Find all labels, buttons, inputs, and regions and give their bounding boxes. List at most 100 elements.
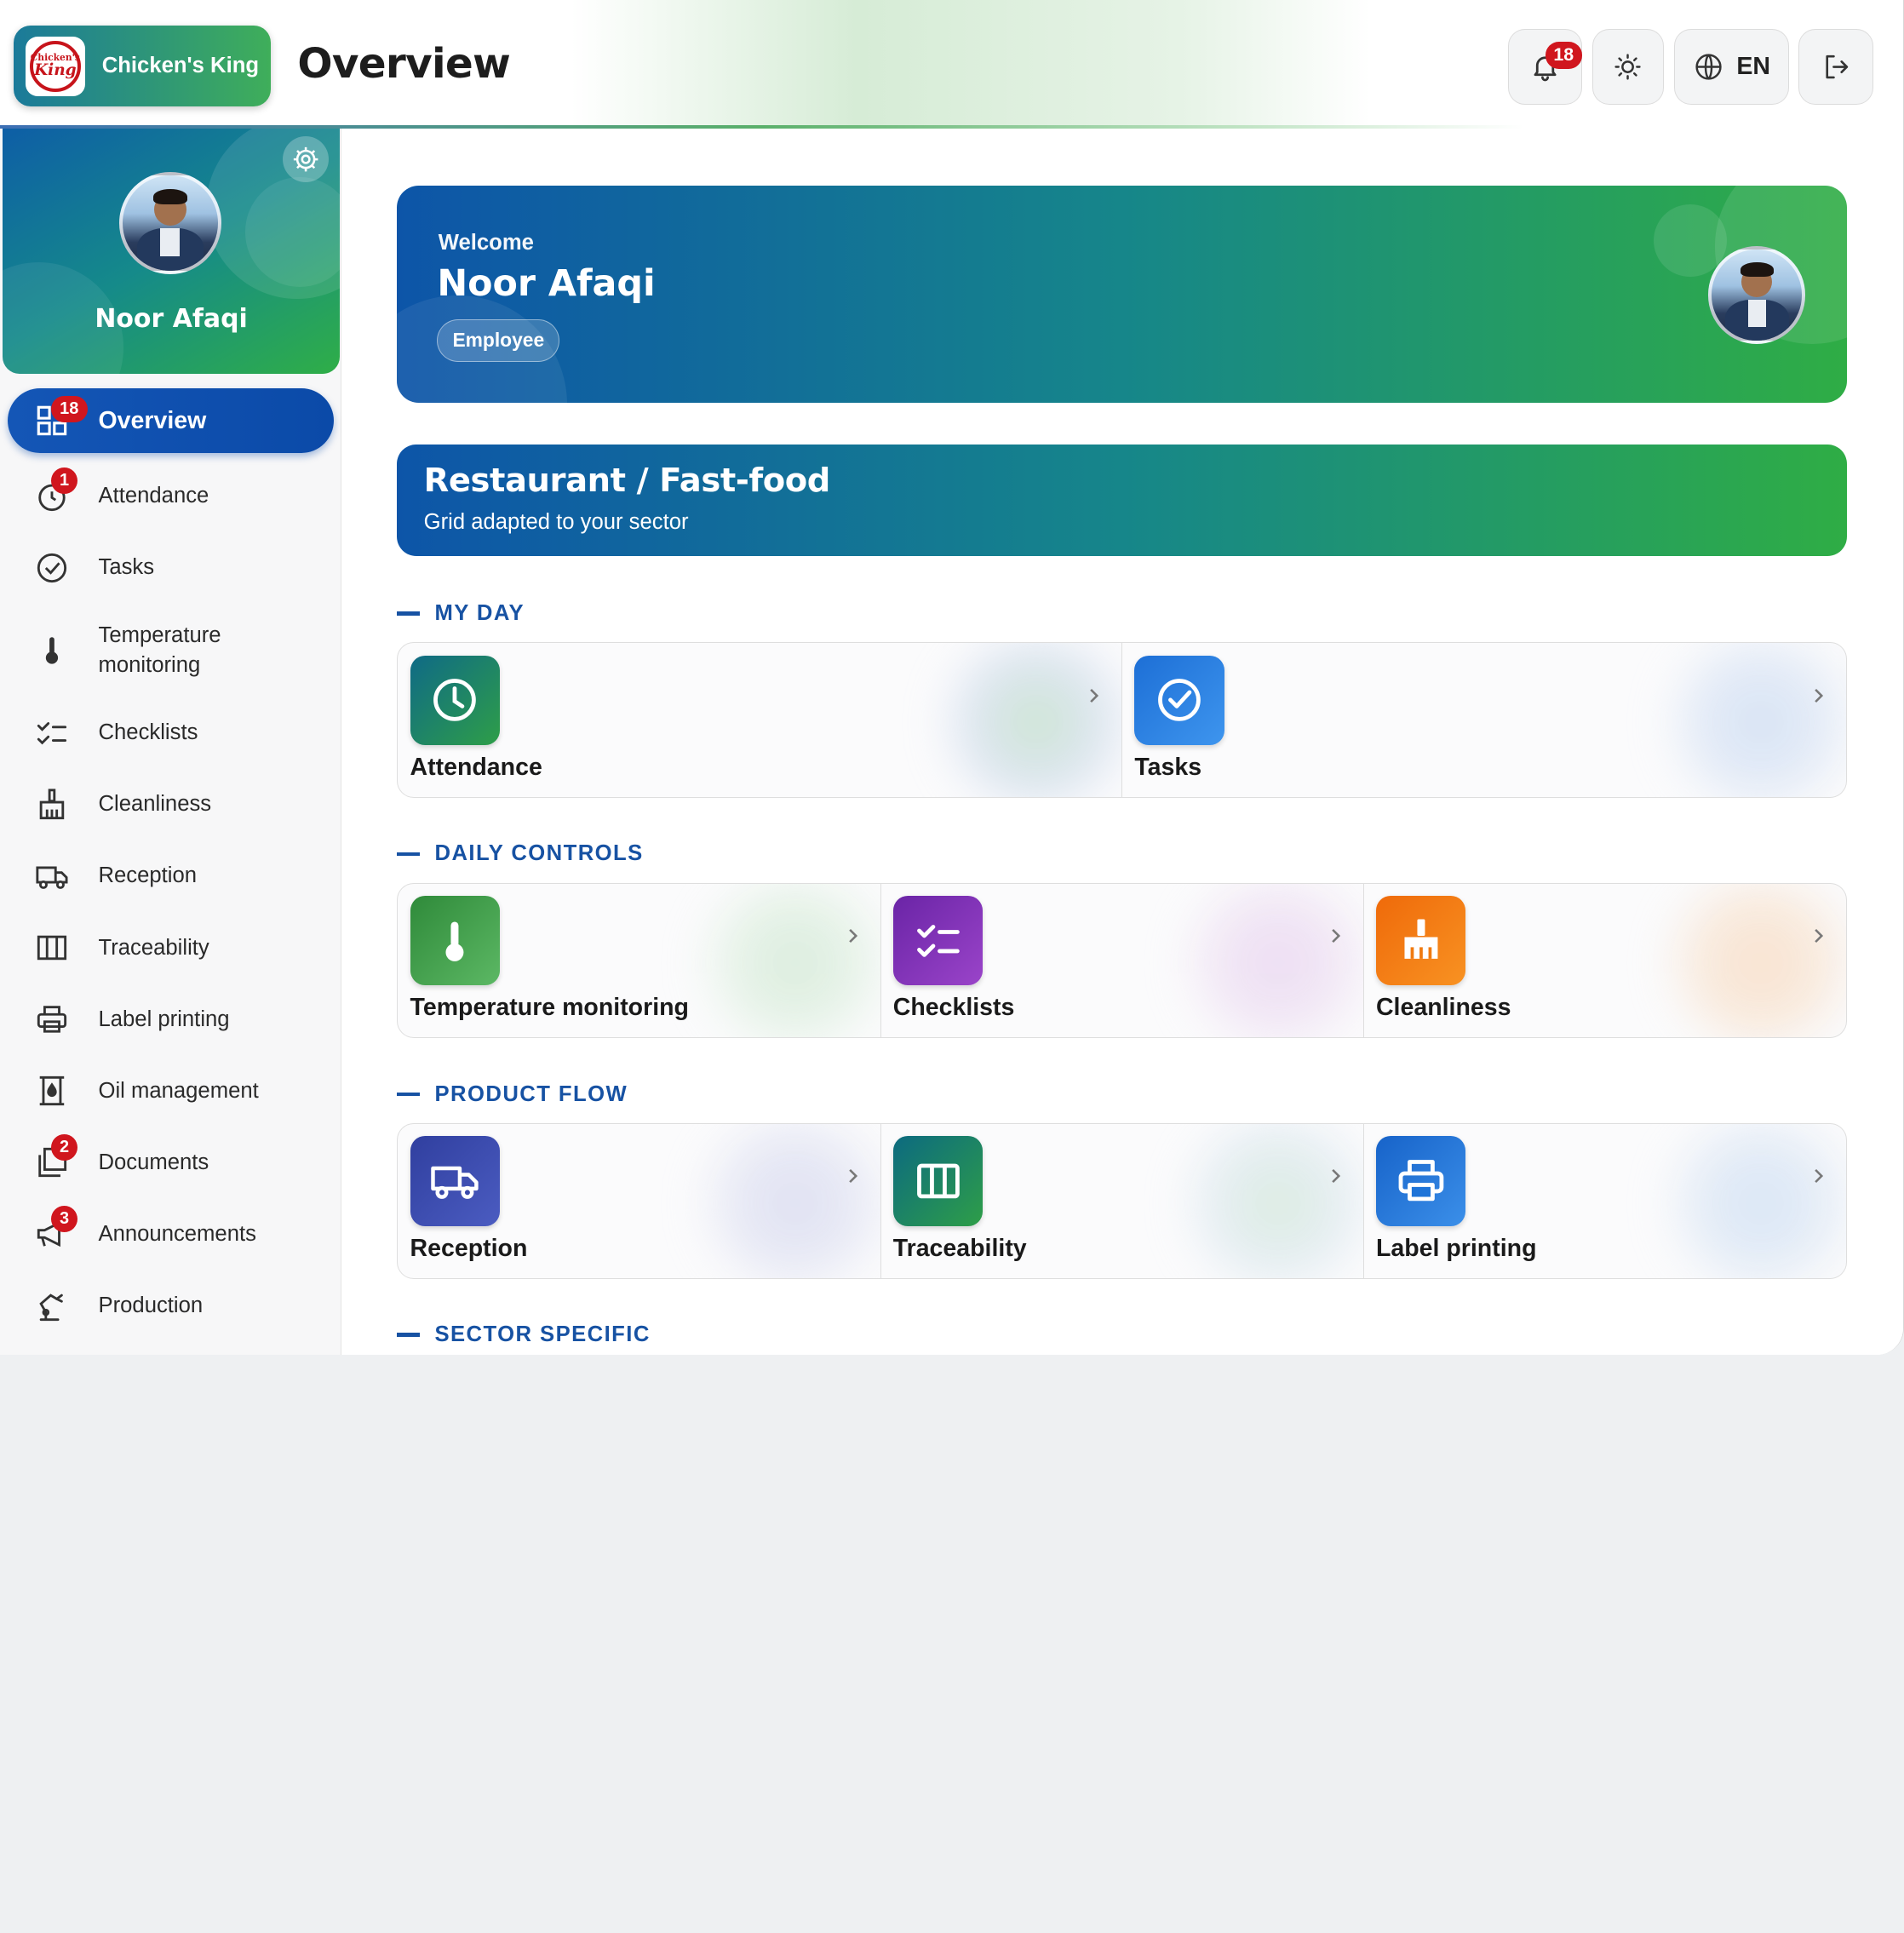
top-bar: Chicken's King Chicken's King Overview 1… — [0, 0, 1903, 129]
avatar — [1708, 246, 1806, 344]
card-reception[interactable]: Reception — [398, 1124, 881, 1278]
sidebar-item-temperature-monitoring[interactable]: Temperature monitoring — [0, 604, 341, 697]
card-glow — [1180, 1124, 1363, 1278]
logo-disc: Chicken's King — [29, 40, 81, 92]
broom-icon — [1375, 895, 1466, 986]
sidebar-item-reception[interactable]: Reception — [0, 840, 341, 912]
logo-text-bottom: King — [34, 60, 77, 79]
sidebar-item-traceability[interactable]: Traceability — [0, 912, 341, 984]
card-row-product-flow: Reception Traceability Label printing — [397, 1123, 1847, 1279]
sidebar-item-attendance[interactable]: 1 Attendance — [0, 460, 341, 531]
sidebar-item-announcements[interactable]: 3 Announcements — [0, 1198, 341, 1270]
sidebar-item-production[interactable]: Production — [0, 1270, 341, 1341]
profile-settings-button[interactable] — [283, 135, 330, 182]
notifications-button[interactable]: 18 — [1508, 29, 1583, 105]
section-heading-product-flow: PRODUCT FLOW — [397, 1082, 628, 1107]
clock-icon — [410, 655, 501, 746]
card-checklists[interactable]: Checklists — [881, 883, 1364, 1038]
section-heading-my-day: MY DAY — [397, 601, 525, 626]
sidebar-item-overview[interactable]: 18 Overview — [7, 388, 335, 453]
card-label: Tasks — [1134, 754, 1202, 782]
section-title: PRODUCT FLOW — [434, 1081, 628, 1106]
card-label: Temperature monitoring — [410, 994, 689, 1022]
sidebar-badge: 18 — [50, 395, 88, 423]
sidebar-item-oil-management[interactable]: Oil management — [0, 1055, 341, 1127]
card-glow — [697, 1124, 880, 1278]
language-button[interactable]: EN — [1674, 29, 1789, 105]
card-label-printing[interactable]: Label printing — [1364, 1124, 1846, 1278]
sidebar-item-checklists[interactable]: Checklists — [0, 697, 341, 768]
sidebar-item-cleanliness[interactable]: Cleanliness — [0, 769, 341, 840]
checklist-icon — [892, 895, 984, 986]
sidebar-item-label-printing[interactable]: Label printing — [0, 984, 341, 1055]
broom-icon — [35, 788, 69, 822]
sector-title: Restaurant / Fast-food — [423, 461, 831, 500]
chevron-right-icon — [1090, 688, 1099, 703]
sidebar-item-label: Reception — [98, 863, 198, 888]
card-tasks[interactable]: Tasks — [1122, 643, 1846, 797]
thermometer-icon — [35, 634, 69, 668]
card-label: Reception — [410, 1234, 528, 1262]
section-dash — [397, 852, 421, 856]
card-traceability[interactable]: Traceability — [881, 1124, 1364, 1278]
card-glow — [697, 883, 880, 1038]
sidebar-item-label: Label printing — [98, 1007, 230, 1031]
chevron-right-icon — [1815, 1169, 1824, 1184]
main-content: Welcome Noor Afaqi Employee Restaurant /… — [342, 129, 1903, 1356]
section-dash — [397, 1333, 421, 1337]
sidebar: Noor Afaqi 18 Overview 1 Attendance Task… — [0, 129, 341, 1356]
card-glow — [1664, 643, 1846, 797]
sidebar-item-documents[interactable]: 2 Documents — [0, 1127, 341, 1198]
logout-button[interactable] — [1798, 29, 1874, 105]
chevron-right-icon — [1815, 928, 1824, 944]
thermometer-icon — [410, 895, 501, 986]
card-glow — [939, 643, 1122, 797]
chevron-right-icon — [1332, 928, 1341, 944]
sidebar-badge: 2 — [50, 1133, 78, 1162]
welcome-banner: Welcome Noor Afaqi Employee — [397, 186, 1847, 404]
sector-banner: Restaurant / Fast-food Grid adapted to y… — [397, 444, 1847, 557]
sector-subtitle: Grid adapted to your sector — [423, 509, 689, 534]
avatar[interactable] — [118, 172, 221, 275]
section-title: MY DAY — [434, 600, 525, 625]
profile-name: Noor Afaqi — [95, 303, 248, 334]
checklist-icon — [35, 716, 69, 750]
sidebar-item-label: Documents — [98, 1150, 209, 1174]
sidebar-badge: 3 — [50, 1205, 78, 1233]
card-label: Label printing — [1375, 1234, 1537, 1262]
sidebar-item-label: Temperature monitoring — [98, 622, 221, 677]
sidebar-item-label: Attendance — [98, 484, 209, 508]
columns-icon — [892, 1136, 984, 1226]
sidebar-item-label: Traceability — [98, 935, 209, 960]
card-attendance[interactable]: Attendance — [398, 643, 1123, 797]
truck-icon — [35, 859, 69, 893]
brand-button[interactable]: Chicken's King Chicken's King — [13, 25, 271, 107]
card-label: Checklists — [892, 994, 1015, 1022]
card-row-daily-controls: Temperature monitoring Checklists Cleanl… — [397, 882, 1847, 1039]
sidebar-item-label: Checklists — [98, 720, 198, 745]
sun-icon — [1614, 54, 1641, 80]
card-row-my-day: Attendance Tasks — [397, 642, 1847, 798]
sidebar-item-tasks[interactable]: Tasks — [0, 532, 341, 604]
section-title: DAILY CONTROLS — [434, 841, 644, 866]
section-heading-daily-controls: DAILY CONTROLS — [397, 841, 643, 866]
sidebar-nav: 18 Overview 1 Attendance Tasks Temperatu… — [0, 388, 341, 1341]
section-heading-sector-specific: SECTOR SPECIFIC — [397, 1322, 651, 1347]
card-label: Cleanliness — [1375, 994, 1511, 1022]
card-temperature-monitoring[interactable]: Temperature monitoring — [398, 883, 881, 1038]
welcome-name: Noor Afaqi — [437, 262, 656, 305]
section-dash — [397, 1092, 421, 1097]
language-label: EN — [1736, 52, 1770, 80]
card-label: Attendance — [410, 754, 542, 782]
card-cleanliness[interactable]: Cleanliness — [1364, 883, 1846, 1038]
section-dash — [397, 611, 421, 616]
page-title: Overview — [297, 40, 511, 89]
chevron-right-icon — [1815, 688, 1824, 703]
profile-card: Noor Afaqi — [2, 129, 341, 375]
section-title: SECTOR SPECIFIC — [434, 1322, 651, 1346]
printer-icon — [35, 1002, 69, 1036]
card-glow — [1664, 1124, 1846, 1278]
theme-toggle-button[interactable] — [1591, 29, 1664, 105]
sidebar-item-label: Tasks — [98, 555, 155, 580]
logout-icon — [1826, 54, 1848, 79]
